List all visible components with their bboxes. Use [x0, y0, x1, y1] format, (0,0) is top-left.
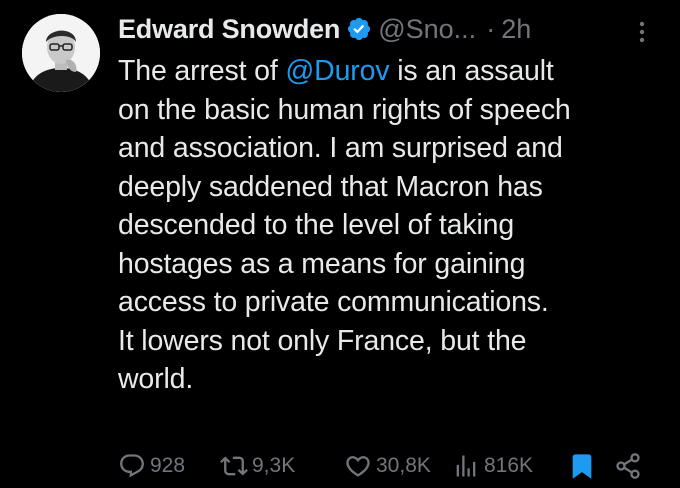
author-handle[interactable]: @Sno...	[378, 14, 476, 45]
separator-dot: ·	[486, 13, 496, 44]
share-button[interactable]	[614, 450, 642, 482]
views-icon	[456, 455, 476, 477]
like-button[interactable]: 30,8K	[344, 450, 431, 482]
tweet[interactable]: Edward Snowden @Sno... · 2h The arrest o…	[0, 0, 680, 488]
author-name[interactable]: Edward Snowden	[118, 14, 340, 45]
reply-button[interactable]: 928	[118, 450, 185, 482]
action-bar: 928 9,3K 30,8K 816K	[118, 450, 658, 482]
repost-button[interactable]: 9,3K	[220, 450, 295, 482]
tweet-text: The arrest of @Durov is an assault on th…	[118, 52, 668, 399]
tweet-text-start: The arrest of	[118, 55, 286, 87]
share-icon	[616, 453, 640, 479]
timestamp[interactable]: 2h	[501, 14, 531, 45]
like-count: 30,8K	[376, 454, 431, 477]
bookmark-button[interactable]	[568, 450, 596, 482]
bookmark-icon	[572, 454, 592, 479]
repost-count: 9,3K	[252, 454, 296, 477]
reply-count: 928	[150, 454, 186, 477]
avatar-portrait-icon	[22, 14, 100, 92]
reply-icon	[120, 454, 144, 478]
repost-icon	[220, 456, 248, 476]
more-options-icon[interactable]	[636, 18, 648, 46]
tweet-header: Edward Snowden @Sno... · 2h	[118, 10, 531, 48]
mention-link[interactable]: @Durov	[285, 55, 389, 87]
tweet-text-rest: is an assault on the basic human rights …	[118, 55, 571, 395]
verified-badge-icon[interactable]	[346, 16, 372, 42]
views-button[interactable]: 816K	[452, 450, 533, 482]
like-icon	[346, 456, 370, 477]
views-count: 816K	[484, 454, 534, 477]
avatar[interactable]	[22, 14, 100, 92]
